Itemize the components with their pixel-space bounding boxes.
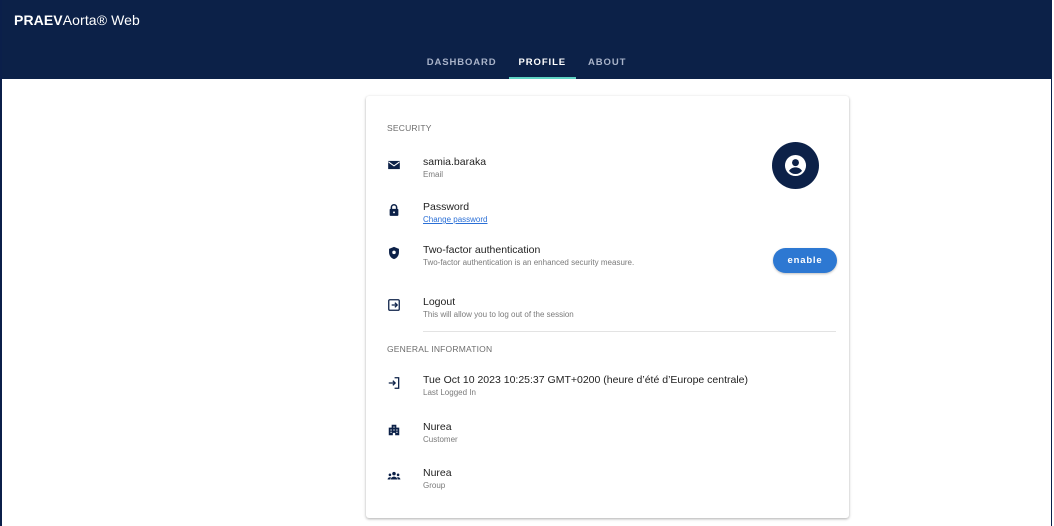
nav-tabs: DASHBOARD PROFILE ABOUT — [2, 46, 1051, 79]
brand-name-bold: PRAEV — [14, 12, 63, 28]
building-icon — [387, 423, 401, 437]
section-divider — [423, 331, 836, 332]
brand-name-rest: Aorta® Web — [62, 12, 140, 28]
login-icon — [387, 376, 401, 390]
security-section-title: SECURITY — [387, 123, 432, 133]
last-login-label: Last Logged In — [423, 388, 476, 397]
logout-description: This will allow you to log out of the se… — [423, 310, 574, 319]
logout-row[interactable]: Logout This will allow you to log out of… — [387, 296, 837, 326]
two-factor-title: Two-factor authentication — [423, 244, 541, 256]
profile-card: SECURITY samia.baraka Email Password Cha… — [366, 96, 849, 518]
group-label: Group — [423, 481, 446, 490]
customer-label: Customer — [423, 435, 458, 444]
email-value: samia.baraka — [423, 156, 487, 168]
customer-row: Nurea Customer — [387, 421, 837, 451]
email-row: samia.baraka Email — [387, 156, 837, 186]
email-icon — [387, 158, 401, 172]
app-window: PRAEVAorta® Web DASHBOARD PROFILE ABOUT … — [0, 0, 1052, 526]
logout-label: Logout — [423, 296, 456, 308]
two-factor-row: Two-factor authentication Two-factor aut… — [387, 244, 837, 274]
lock-icon — [387, 203, 401, 217]
logout-icon — [387, 298, 401, 312]
last-login-value: Tue Oct 10 2023 10:25:37 GMT+0200 (heure… — [423, 374, 749, 386]
email-label: Email — [423, 170, 444, 179]
last-login-row: Tue Oct 10 2023 10:25:37 GMT+0200 (heure… — [387, 374, 837, 404]
account-circle-icon — [784, 154, 807, 177]
password-label: Password — [423, 201, 470, 213]
group-value: Nurea — [423, 467, 452, 479]
customer-value: Nurea — [423, 421, 452, 433]
enable-two-factor-button[interactable]: enable — [773, 248, 837, 273]
avatar[interactable] — [772, 142, 819, 189]
app-bar: PRAEVAorta® Web DASHBOARD PROFILE ABOUT — [2, 0, 1051, 79]
two-factor-description: Two-factor authentication is an enhanced… — [423, 258, 635, 267]
app-title: PRAEVAorta® Web — [14, 12, 140, 28]
tab-profile[interactable]: PROFILE — [508, 46, 577, 79]
tab-dashboard[interactable]: DASHBOARD — [417, 46, 507, 79]
shield-icon — [387, 246, 401, 260]
group-row: Nurea Group — [387, 467, 837, 497]
general-section-title: GENERAL INFORMATION — [387, 344, 493, 354]
password-row: Password Change password — [387, 201, 837, 231]
tab-about[interactable]: ABOUT — [578, 46, 636, 79]
group-icon — [387, 469, 401, 483]
change-password-link[interactable]: Change password — [423, 214, 487, 225]
